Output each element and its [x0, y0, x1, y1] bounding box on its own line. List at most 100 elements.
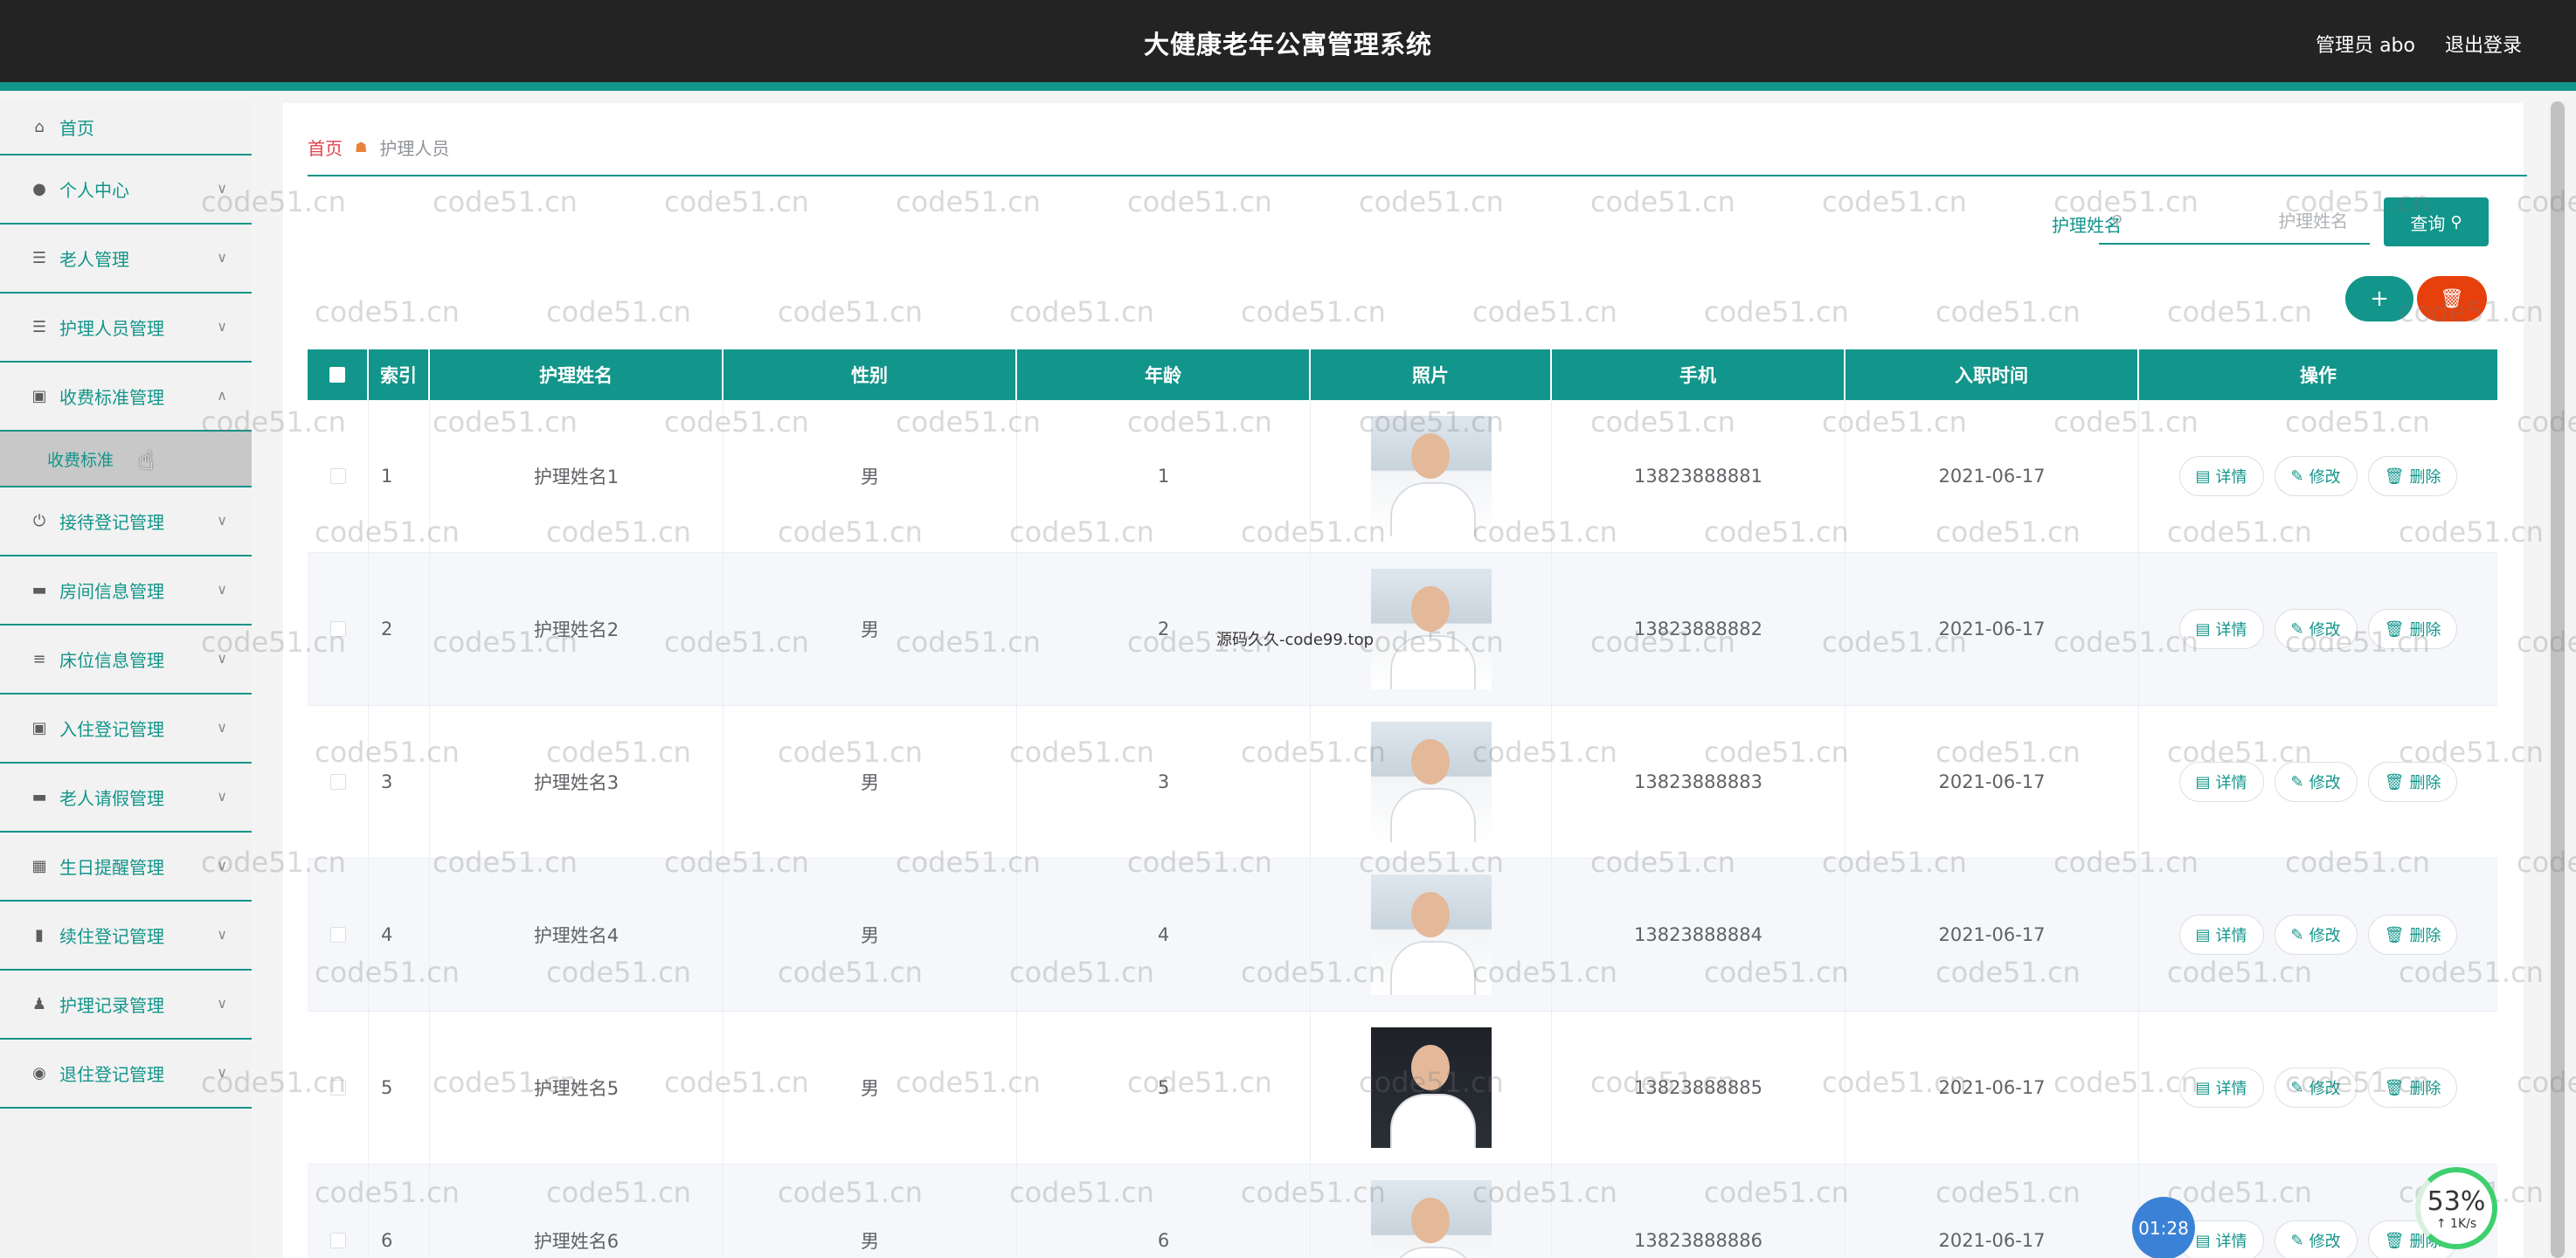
sidebar-item-checkin[interactable]: ▣ 入住登记管理 ∨	[0, 695, 252, 764]
sidebar-item-nurses[interactable]: ☰ 护理人员管理 ∨	[0, 294, 252, 363]
cell-sex: 男	[724, 706, 1017, 858]
chevron-down-icon: ∨	[217, 995, 227, 1012]
detail-button[interactable]: ▤ 详情	[2178, 915, 2264, 955]
cell-ops: ▤ 详情 ✎ 修改 🗑 删除	[2139, 1012, 2497, 1164]
page-scrollbar[interactable]	[2548, 101, 2567, 1258]
detail-button[interactable]: ▤ 详情	[2178, 762, 2264, 802]
delete-button[interactable]: 🗑 删除	[2367, 1068, 2458, 1108]
batch-delete-button[interactable]: 🗑	[2417, 276, 2487, 321]
sidebar-item-label: 房间信息管理	[59, 581, 164, 602]
detail-button[interactable]: ▤ 详情	[2178, 1068, 2264, 1108]
nurse-table: 索引 护理姓名 性别 年龄 照片 手机 入职时间 操作 1 护理姓名1 男 1 …	[308, 349, 2497, 1258]
sidebar-item-label: 续住登记管理	[59, 926, 164, 947]
cell-phone: 13823888882	[1552, 553, 1845, 705]
delete-button[interactable]: 🗑 删除	[2367, 456, 2458, 496]
chevron-down-icon: ∨	[217, 249, 227, 266]
add-button[interactable]: +	[2345, 276, 2413, 321]
sidebar-item-beds[interactable]: ≡ 床位信息管理 ∨	[0, 626, 252, 695]
sidebar-item-checkout[interactable]: ◉ 退住登记管理 ∨	[0, 1040, 252, 1109]
sidebar-item-birthday[interactable]: ▦ 生日提醒管理 ∨	[0, 833, 252, 902]
row-checkbox[interactable]	[329, 468, 346, 484]
row-checkbox[interactable]	[329, 1233, 346, 1248]
delete-button[interactable]: 🗑 删除	[2367, 609, 2458, 649]
select-all-checkbox[interactable]	[329, 367, 345, 383]
detail-button[interactable]: ▤ 详情	[2178, 609, 2264, 649]
delete-button[interactable]: 🗑 删除	[2367, 762, 2458, 802]
sliders-icon: ≡	[32, 650, 46, 668]
sidebar-item-label: 个人中心	[59, 180, 129, 201]
sidebar-item-leave[interactable]: ▬ 老人请假管理 ∨	[0, 764, 252, 833]
row-select	[308, 706, 369, 858]
edit-label: 修改	[2309, 1233, 2341, 1251]
timer-badge[interactable]: 01:28	[2132, 1197, 2195, 1258]
cell-date: 2021-06-17	[1845, 1012, 2139, 1164]
row-checkbox[interactable]	[329, 621, 346, 637]
edit-button[interactable]: ✎ 修改	[2274, 762, 2358, 802]
grid-icon: ▦	[31, 857, 47, 875]
logout-link[interactable]: 退出登录	[2445, 30, 2522, 58]
home-separator-icon: ☗	[355, 138, 368, 156]
cell-index: 4	[369, 859, 430, 1011]
cell-photo	[1311, 859, 1552, 1011]
sidebar-item-rooms[interactable]: ▬ 房间信息管理 ∨	[0, 556, 252, 626]
sidebar-item-care-records[interactable]: ♟ 护理记录管理 ∨	[0, 971, 252, 1040]
sidebar-item-elderly[interactable]: ☰ 老人管理 ∨	[0, 225, 252, 294]
edit-icon: ✎	[2290, 467, 2304, 486]
table-row: 4 护理姓名4 男 4 13823888884 2021-06-17 ▤ 详情 ✎…	[308, 859, 2497, 1012]
detail-label: 详情	[2215, 1080, 2247, 1098]
cell-sex: 男	[724, 1165, 1017, 1258]
sidebar-item-reception[interactable]: ⏻ 接待登记管理 ∨	[0, 487, 252, 556]
query-button[interactable]: 查询 ⚲	[2384, 197, 2489, 246]
chevron-down-icon: ∨	[217, 857, 227, 874]
nurse-photo	[1370, 569, 1492, 689]
header-ops: 操作	[2300, 365, 2337, 386]
delete-label: 删除	[2409, 468, 2441, 487]
trash-icon: 🗑	[2384, 1078, 2405, 1097]
delete-button[interactable]: 🗑 删除	[2367, 915, 2458, 955]
breadcrumb-home[interactable]: 首页	[308, 135, 343, 160]
search-icon: ⚲	[2450, 212, 2462, 232]
cell-phone: 13823888883	[1552, 706, 1845, 858]
edit-button[interactable]: ✎ 修改	[2274, 609, 2358, 649]
edit-button[interactable]: ✎ 修改	[2274, 1068, 2358, 1108]
chevron-down-icon: ∨	[217, 788, 227, 805]
sidebar-item-label: 老人管理	[59, 249, 129, 270]
row-checkbox[interactable]	[329, 927, 346, 943]
sidebar-item-renewal[interactable]: ▮ 续住登记管理 ∨	[0, 902, 252, 971]
trash-icon: 🗑	[2440, 287, 2464, 310]
edit-button[interactable]: ✎ 修改	[2274, 915, 2358, 955]
search-input[interactable]	[2129, 211, 2349, 232]
document-icon: ▤	[2195, 925, 2211, 944]
edit-button[interactable]: ✎ 修改	[2274, 456, 2358, 496]
network-speed-widget[interactable]: 53% ↑ 1K/s	[2415, 1167, 2497, 1249]
sidebar-item-home[interactable]: ⌂ 首页	[0, 100, 252, 156]
detail-label: 详情	[2215, 468, 2247, 487]
cell-name: 护理姓名4	[430, 859, 724, 1011]
search-box: ⚲	[2099, 199, 2370, 245]
detail-button[interactable]: ▤ 详情	[2178, 456, 2264, 496]
cell-sex: 男	[724, 553, 1017, 705]
row-checkbox[interactable]	[329, 1080, 346, 1096]
cell-sex: 男	[724, 859, 1017, 1011]
nurse-photo	[1370, 1027, 1492, 1148]
nurse-photo	[1370, 1180, 1492, 1258]
scrollbar-thumb[interactable]	[2551, 101, 2565, 1258]
cell-index: 5	[369, 1012, 430, 1164]
chevron-down-icon: ∨	[217, 512, 227, 529]
sidebar-item-fees[interactable]: ▣ 收费标准管理 ∧	[0, 363, 252, 432]
cell-sex: 男	[724, 1012, 1017, 1164]
table-header: 索引 护理姓名 性别 年龄 照片 手机 入职时间 操作	[308, 349, 2497, 400]
cell-age: 1	[1017, 400, 1311, 552]
sidebar-item-profile[interactable]: ● 个人中心 ∨	[0, 156, 252, 225]
row-checkbox[interactable]	[329, 774, 346, 790]
cell-age: 5	[1017, 1012, 1311, 1164]
trash-icon: 🗑	[2384, 467, 2405, 486]
edit-icon: ✎	[2290, 925, 2304, 944]
sidebar-subitem-fee-standard[interactable]: 收费标准 ☝	[0, 432, 252, 487]
sidebar-item-label: 老人请假管理	[59, 788, 164, 809]
chevron-down-icon: ∨	[217, 581, 227, 598]
cell-ops: ▤ 详情 ✎ 修改 🗑 删除	[2139, 859, 2497, 1011]
current-user[interactable]: 管理员 abo	[2316, 30, 2415, 58]
header-select-all[interactable]	[308, 349, 369, 400]
edit-button[interactable]: ✎ 修改	[2274, 1220, 2358, 1258]
